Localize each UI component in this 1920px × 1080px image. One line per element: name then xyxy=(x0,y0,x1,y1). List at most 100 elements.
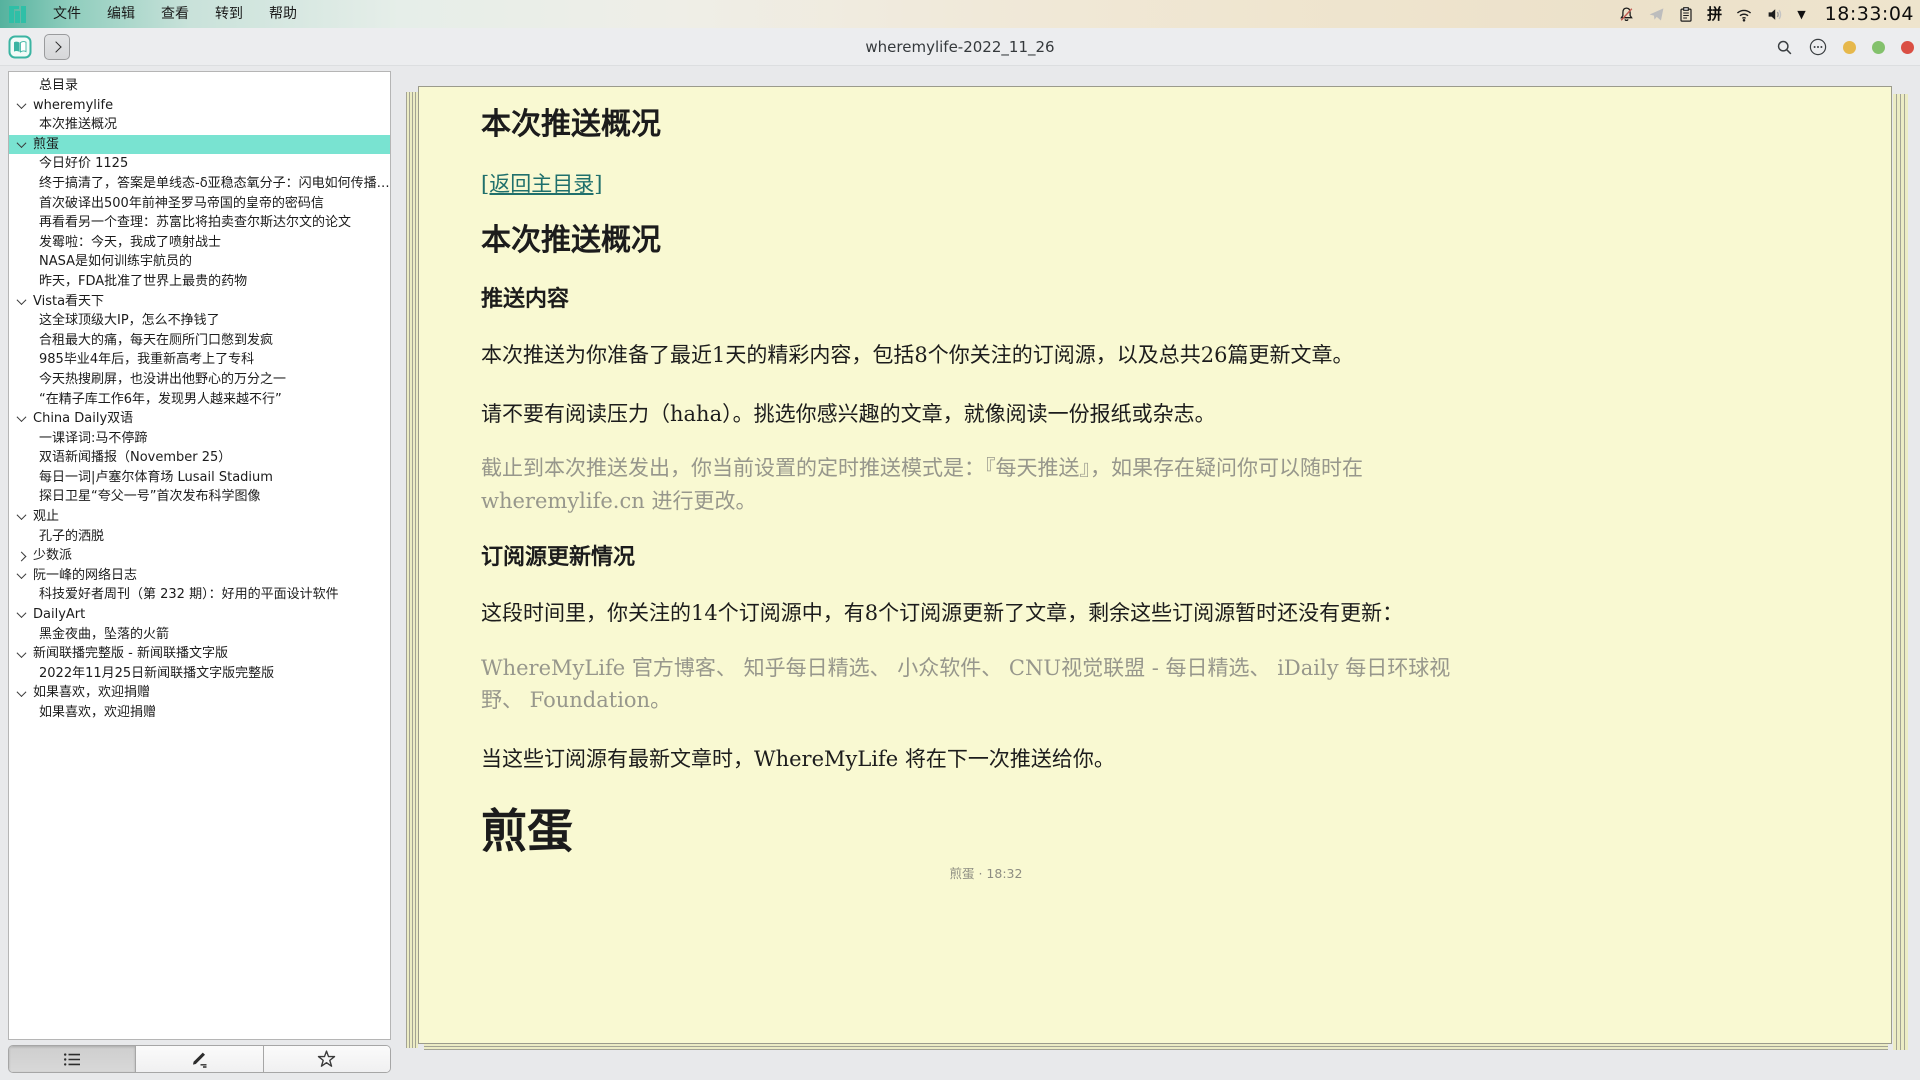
manjaro-logo-icon[interactable] xyxy=(9,6,26,23)
close-button[interactable] xyxy=(1901,41,1914,54)
toc-item[interactable]: 昨天，FDA批准了世界上最贵的药物 xyxy=(9,272,390,292)
toc-item[interactable]: 如果喜欢，欢迎捐赠 xyxy=(9,683,390,703)
chevron-down-icon[interactable] xyxy=(17,99,27,109)
toc-item[interactable]: Vista看天下 xyxy=(9,292,390,312)
toc-item[interactable]: 探日卫星“夸父一号”首次发布科学图像 xyxy=(9,487,390,507)
page-content: 本次推送概况[返回主目录]本次推送概况推送内容本次推送为你准备了最近1天的精彩内… xyxy=(481,87,1491,859)
toc-item[interactable]: 如果喜欢，欢迎捐赠 xyxy=(9,703,390,723)
toc-item[interactable]: 首次破译出500年前神圣罗马帝国的皇帝的密码信 xyxy=(9,194,390,214)
toc-item[interactable]: 2022年11月25日新闻联播文字版完整版 xyxy=(9,664,390,684)
toc-sidebar: 总目录wheremylife本次推送概况煎蛋今日好价 1125终于搞清了，答案是… xyxy=(8,71,391,1040)
panel-clock[interactable]: 18:33:04 xyxy=(1825,3,1914,25)
toc-item-label: 今天热搜刷屏，也没讲出他野心的万分之一 xyxy=(39,370,286,390)
menu-item[interactable]: 编辑 xyxy=(94,0,148,28)
search-icon[interactable] xyxy=(1776,39,1793,56)
paragraph: WhereMyLife 官方博客、 知乎每日精选、 小众软件、 CNU视觉联盟 … xyxy=(481,652,1491,717)
system-menubar: 文件编辑查看转到帮助 拼 ▼ 18:33:04 xyxy=(0,0,1920,28)
bookmarks-tab-button[interactable] xyxy=(264,1046,390,1072)
toc-item[interactable]: wheremylife xyxy=(9,96,390,116)
paragraph: 请不要有阅读压力（haha）。挑选你感兴趣的文章，就像阅读一份报纸或杂志。 xyxy=(481,398,1491,431)
volume-icon[interactable] xyxy=(1766,6,1784,23)
toc-item[interactable]: 孔子的洒脱 xyxy=(9,527,390,547)
toc-item[interactable]: 今日好价 1125 xyxy=(9,154,390,174)
menu-ellipsis-icon[interactable] xyxy=(1809,38,1827,56)
book-page[interactable]: 本次推送概况[返回主目录]本次推送概况推送内容本次推送为你准备了最近1天的精彩内… xyxy=(418,86,1892,1044)
window-title: wheremylife-2022_11_26 xyxy=(0,28,1920,66)
toc-item-label: 每日一词|卢塞尔体育场 Lusail Stadium xyxy=(39,468,273,488)
toc-item-label: 发霉啦：今天，我成了喷射战士 xyxy=(39,233,221,253)
toc-item[interactable]: 本次推送概况 xyxy=(9,115,390,135)
toc-item[interactable]: China Daily双语 xyxy=(9,409,390,429)
toc-item[interactable]: 985毕业4年后，我重新高考上了专科 xyxy=(9,350,390,370)
toc-item[interactable]: 黑金夜曲，坠落的火箭 xyxy=(9,625,390,645)
toc-item[interactable]: 再看看另一个查理：苏富比将拍卖查尔斯达尔文的论文 xyxy=(9,213,390,233)
chevron-down-icon[interactable] xyxy=(17,648,27,658)
toc-item[interactable]: 一课译词:马不停蹄 xyxy=(9,429,390,449)
toc-item[interactable]: “在精子库工作6年，发现男人越来越不行” xyxy=(9,390,390,410)
toc-item[interactable]: 总目录 xyxy=(9,76,390,96)
clipboard-icon[interactable] xyxy=(1678,6,1694,23)
toc-item-label: NASA是如何训练宇航员的 xyxy=(39,252,192,272)
input-method-pinyin-icon[interactable]: 拼 xyxy=(1707,6,1722,22)
toc-item-label: 今日好价 1125 xyxy=(39,154,128,174)
toc-item[interactable]: 少数派 xyxy=(9,546,390,566)
toc-item-label: 合租最大的痛，每天在厕所门口憋到发疯 xyxy=(39,331,273,351)
toc-item-label: 双语新闻播报（November 25） xyxy=(39,448,231,468)
toc-item-label: 煎蛋 xyxy=(33,135,59,155)
maximize-button[interactable] xyxy=(1872,41,1885,54)
panel-caret-icon[interactable]: ▼ xyxy=(1797,8,1805,21)
toc-item-label: “在精子库工作6年，发现男人越来越不行” xyxy=(39,390,282,410)
toc-item[interactable]: 每日一词|卢塞尔体育场 Lusail Stadium xyxy=(9,468,390,488)
toc-item-label: 再看看另一个查理：苏富比将拍卖查尔斯达尔文的论文 xyxy=(39,213,351,233)
menu-item[interactable]: 查看 xyxy=(148,0,202,28)
chevron-down-icon[interactable] xyxy=(17,295,27,305)
section-heading: 煎蛋 xyxy=(481,803,1491,859)
back-to-main-toc-link[interactable]: [返回主目录] xyxy=(481,172,602,196)
paragraph: 截止到本次推送发出，你当前设置的定时推送模式是：『每天推送』，如果存在疑问你可以… xyxy=(481,452,1491,517)
toc-tab-button[interactable] xyxy=(9,1046,136,1072)
toc-item-label: 2022年11月25日新闻联播文字版完整版 xyxy=(39,664,274,684)
reading-area: 本次推送概况[返回主目录]本次推送概况推送内容本次推送为你准备了最近1天的精彩内… xyxy=(406,86,1908,1050)
menu-item[interactable]: 文件 xyxy=(40,0,94,28)
toc-item[interactable]: 观止 xyxy=(9,507,390,527)
toc-item[interactable]: 今天热搜刷屏，也没讲出他野心的万分之一 xyxy=(9,370,390,390)
chevron-down-icon[interactable] xyxy=(17,510,27,520)
toc-item-label: 首次破译出500年前神圣罗马帝国的皇帝的密码信 xyxy=(39,194,324,214)
paragraph: 这段时间里，你关注的14个订阅源中，有8个订阅源更新了文章，剩余这些订阅源暂时还… xyxy=(481,597,1491,630)
toc-item[interactable]: 阮一峰的网络日志 xyxy=(9,566,390,586)
chevron-down-icon[interactable] xyxy=(17,608,27,618)
page-stack-right-edge xyxy=(1893,94,1908,1050)
toc-item-label: 阮一峰的网络日志 xyxy=(33,566,137,586)
sidebar-toolbar xyxy=(8,1045,391,1073)
notifications-disabled-icon[interactable] xyxy=(1618,6,1635,23)
toc-item[interactable]: 这全球顶级大IP，怎么不挣钱了 xyxy=(9,311,390,331)
toc-item-label: 这全球顶级大IP，怎么不挣钱了 xyxy=(39,311,220,331)
toc-item-label: 总目录 xyxy=(39,76,78,96)
chevron-down-icon[interactable] xyxy=(17,569,27,579)
wifi-icon[interactable] xyxy=(1735,6,1753,23)
toc-item[interactable]: 双语新闻播报（November 25） xyxy=(9,448,390,468)
chevron-right-icon[interactable] xyxy=(17,551,27,561)
toc-item-label: DailyArt xyxy=(33,605,85,625)
toc-item[interactable]: 科技爱好者周刊（第 232 期）：好用的平面设计软件 xyxy=(9,585,390,605)
page-stack-left-edge xyxy=(406,92,418,1048)
menu-item[interactable]: 转到 xyxy=(202,0,256,28)
toc-item[interactable]: 合租最大的痛，每天在厕所门口憋到发疯 xyxy=(9,331,390,351)
toc-item[interactable]: NASA是如何训练宇航员的 xyxy=(9,252,390,272)
toc-item[interactable]: 新闻联播完整版 - 新闻联播文字版 xyxy=(9,644,390,664)
minimize-button[interactable] xyxy=(1843,41,1856,54)
toc-item-label: 少数派 xyxy=(33,546,72,566)
toc-item[interactable]: 发霉啦：今天，我成了喷射战士 xyxy=(9,233,390,253)
toc-item[interactable]: 煎蛋 xyxy=(9,135,390,155)
toc-item-label: wheremylife xyxy=(33,96,113,116)
chevron-down-icon[interactable] xyxy=(17,138,27,148)
telegram-icon[interactable] xyxy=(1648,6,1665,23)
toc-item[interactable]: DailyArt xyxy=(9,605,390,625)
toc-list-icon xyxy=(63,1052,82,1067)
toc-item[interactable]: 终于搞清了，答案是单线态-δ亚稳态氧分子：闪电如何传播，以... xyxy=(9,174,390,194)
chevron-down-icon[interactable] xyxy=(17,687,27,697)
menubar-menus: 文件编辑查看转到帮助 xyxy=(40,0,310,28)
annotations-tab-button[interactable] xyxy=(136,1046,263,1072)
chevron-down-icon[interactable] xyxy=(17,413,27,423)
menu-item[interactable]: 帮助 xyxy=(256,0,310,28)
